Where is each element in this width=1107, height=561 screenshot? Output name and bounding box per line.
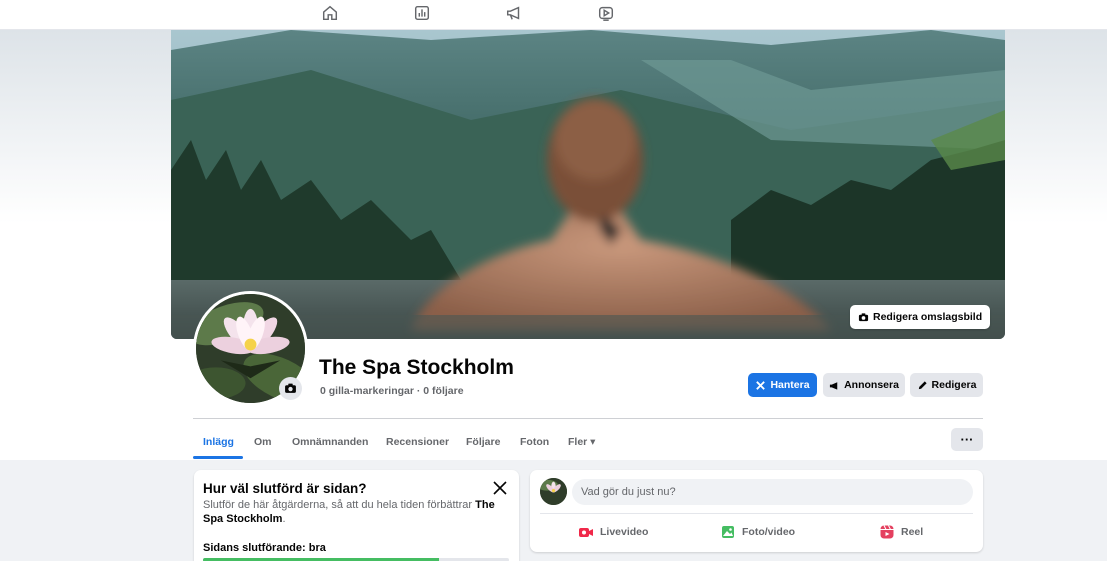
photo-video-label: Foto/video: [742, 526, 796, 538]
completion-progress-label: Sidans slutförande: bra: [203, 542, 326, 554]
completion-card-title: Hur väl slutförd är sidan?: [203, 481, 367, 496]
edit-cover-photo-label: Redigera omslagsbild: [873, 311, 983, 323]
camera-icon: [858, 312, 869, 321]
manage-button[interactable]: Hantera: [748, 373, 817, 397]
live-video-label: Livevideo: [600, 526, 649, 538]
tools-icon: [756, 380, 766, 390]
tab-more[interactable]: Fler ▾: [568, 425, 595, 459]
post-composer-card: Vad gör du just nu? Livevideo Foto/video…: [530, 470, 983, 552]
active-tab-indicator: [193, 456, 243, 459]
tab-about[interactable]: Om: [254, 425, 272, 459]
page-completion-card: Hur väl slutförd är sidan? Slutför de hä…: [194, 470, 519, 561]
composer-divider: [540, 513, 973, 514]
reel-button[interactable]: Reel: [879, 522, 923, 542]
avatar[interactable]: [540, 478, 567, 505]
reel-icon: [880, 525, 894, 539]
live-video-button[interactable]: Livevideo: [578, 522, 648, 542]
edit-page-label: Redigera: [931, 379, 977, 391]
description-suffix: .: [282, 512, 286, 525]
photo-icon: [722, 526, 734, 538]
video-icon[interactable]: [596, 3, 616, 23]
page-stats[interactable]: 0 gilla-markeringar · 0 följare: [320, 385, 464, 397]
tab-followers[interactable]: Följare: [466, 425, 500, 459]
cover-photo[interactable]: [171, 30, 1005, 339]
composer-input[interactable]: Vad gör du just nu?: [572, 479, 973, 505]
header-divider: [193, 418, 983, 419]
megaphone-icon[interactable]: [504, 3, 524, 23]
home-icon[interactable]: [320, 3, 340, 23]
insights-icon[interactable]: [412, 3, 432, 23]
description-text: Slutför de här åtgärderna, så att du hel…: [203, 499, 476, 511]
top-navigation: [0, 0, 1107, 30]
megaphone-icon: [829, 381, 838, 390]
close-icon[interactable]: [492, 480, 508, 496]
update-profile-picture-button[interactable]: [279, 377, 302, 400]
tab-photos[interactable]: Foton: [520, 425, 549, 459]
live-video-icon: [579, 528, 593, 537]
photo-video-button[interactable]: Foto/video: [720, 522, 795, 542]
advertise-button[interactable]: Annonsera: [823, 373, 905, 397]
pencil-icon: [918, 380, 927, 389]
reel-label: Reel: [901, 526, 924, 538]
completion-card-description: Slutför de här åtgärderna, så att du hel…: [203, 499, 513, 526]
tab-reviews[interactable]: Recensioner: [386, 425, 449, 459]
manage-label: Hantera: [770, 379, 810, 391]
camera-icon: [285, 383, 296, 393]
edit-page-button[interactable]: Redigera: [910, 373, 983, 397]
more-options-button[interactable]: ···: [951, 428, 983, 451]
page-title: The Spa Stockholm: [319, 356, 514, 379]
edit-cover-photo-button[interactable]: Redigera omslagsbild: [850, 305, 991, 329]
advertise-label: Annonsera: [844, 379, 899, 391]
tab-mentions[interactable]: Omnämnanden: [292, 425, 368, 459]
tab-posts[interactable]: Inlägg: [203, 425, 234, 459]
